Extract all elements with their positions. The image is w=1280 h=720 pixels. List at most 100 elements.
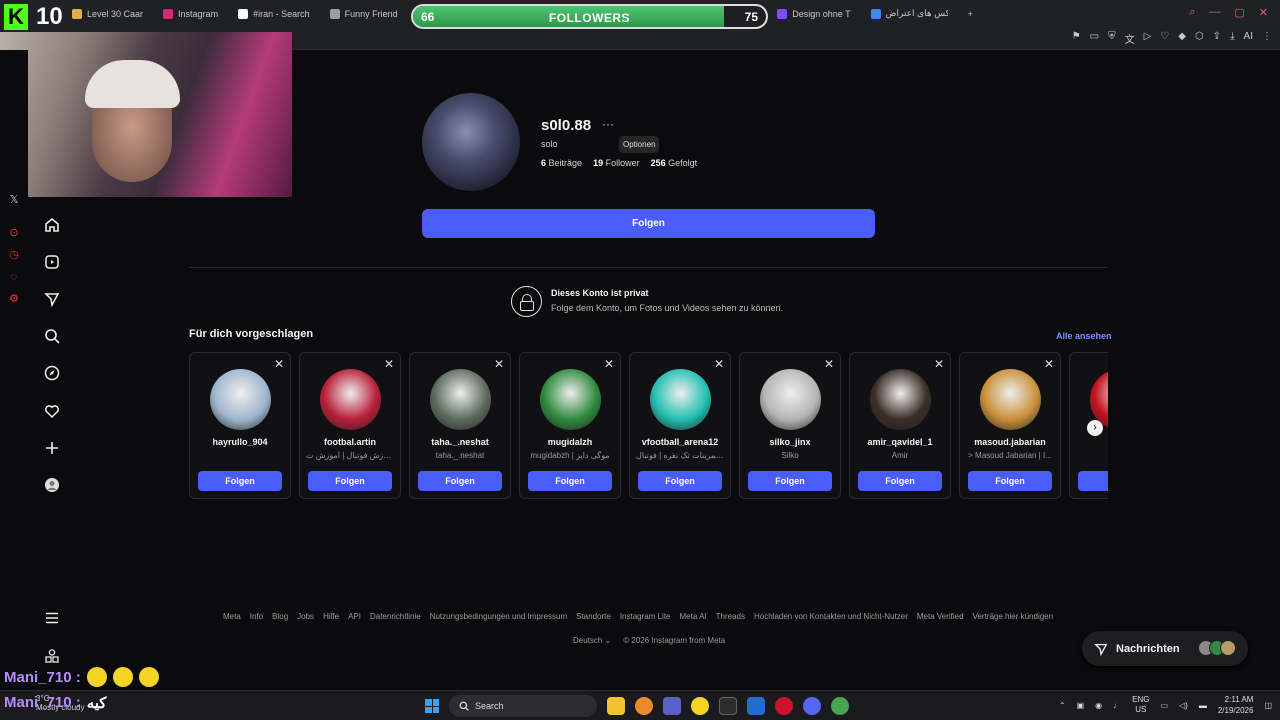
footer-link[interactable]: Meta AI [680,612,707,621]
suggestion-username[interactable]: amir_qavidel_1 [850,437,950,447]
teams-icon[interactable] [663,697,681,715]
windows-start-icon[interactable] [425,699,439,713]
dismiss-icon[interactable]: ✕ [384,357,394,371]
suggestion-follow-button[interactable]: Folgen [968,471,1052,491]
shield-icon[interactable]: ⛨ [1108,31,1116,46]
tray-chevron-icon[interactable]: ⌃ [1059,701,1066,710]
suggestion-username[interactable]: footbal.artin [300,437,400,447]
mail-icon[interactable] [747,697,765,715]
dismiss-icon[interactable]: ✕ [604,357,614,371]
menu-icon[interactable]: ⋮ [1262,31,1272,46]
footer-link[interactable]: Hilfe [323,612,339,621]
footer-link[interactable]: Threads [716,612,745,621]
notifications-icon[interactable]: ◫ [1264,701,1272,710]
volume-icon[interactable]: ◁) [1179,701,1188,710]
search-tabs-icon[interactable]: ⌕ [1189,6,1195,19]
heart-icon[interactable]: ♡ [1160,31,1169,46]
microphone-icon[interactable]: ♩ [1113,701,1121,710]
suggestion-follow-button[interactable]: Folgen [528,471,612,491]
browser-tab[interactable]: عکس های اعتراض [861,0,958,27]
screenshot-icon[interactable]: ▭ [1090,31,1099,46]
suggestion-username[interactable]: hayrullo_904 [190,437,290,447]
create-plus-icon[interactable] [42,438,62,458]
suggestion-avatar[interactable] [430,369,491,430]
translate-icon[interactable]: 文 [1125,31,1135,46]
following-stat[interactable]: 256 Gefolgt [651,158,698,168]
puzzle-icon[interactable]: ⬡ [1195,31,1204,46]
dismiss-icon[interactable]: ✕ [714,357,724,371]
language-select[interactable]: Deutsch ⌄ [573,636,611,645]
suggestion-follow-button[interactable]: F [1078,471,1108,491]
extension-icon[interactable]: ◆ [1178,31,1186,46]
x-icon[interactable]: 𝕏 [8,194,20,206]
suggestion-avatar[interactable] [870,369,931,430]
see-all-link[interactable]: Alle ansehen [1056,331,1112,341]
suggestion-avatar[interactable] [540,369,601,430]
suggestion-avatar[interactable] [980,369,1041,430]
explore-icon[interactable] [42,363,62,383]
suggestion-avatar[interactable] [760,369,821,430]
network-icon[interactable]: ▭ [1160,701,1168,710]
discord-icon[interactable] [803,697,821,715]
followers-stat[interactable]: 19 Follower [593,158,640,168]
ai-button[interactable]: AI [1244,31,1253,46]
footer-link[interactable]: Jobs [297,612,314,621]
minimize-icon[interactable]: — [1209,6,1220,19]
file-explorer-icon[interactable] [607,697,625,715]
dismiss-icon[interactable]: ✕ [824,357,834,371]
footer-link[interactable]: Meta Verified [917,612,964,621]
suggestion-username[interactable]: g [1070,437,1108,447]
options-button[interactable]: ··· [602,117,614,131]
notifications-heart-icon[interactable] [42,401,62,421]
suggestion-username[interactable]: masoud.jabarian [960,437,1060,447]
history-icon[interactable]: ◷ [8,249,20,261]
close-window-icon[interactable]: ✕ [1259,6,1268,19]
footer-link[interactable]: Instagram Lite [620,612,671,621]
more-menu-icon[interactable] [42,608,62,628]
footer-link[interactable]: Meta [223,612,241,621]
play-icon[interactable]: ▷ [1144,31,1152,46]
new-tab-button[interactable]: + [958,0,983,27]
suggestion-follow-button[interactable]: Folgen [638,471,722,491]
browser-tab[interactable]: Design ohne T [767,0,860,27]
footer-link[interactable]: Info [250,612,263,621]
footer-link[interactable]: Datenrichtlinie [370,612,421,621]
language-indicator[interactable]: ENG US [1132,695,1149,715]
browser-tab[interactable]: Level 30 Caar [62,0,153,27]
suggestion-follow-button[interactable]: Folgen [198,471,282,491]
clock[interactable]: 2:11 AM 2/19/2026 [1218,694,1254,716]
suggestion-follow-button[interactable]: Folgen [748,471,832,491]
suggestion-avatar[interactable] [650,369,711,430]
record-icon[interactable]: ⊙ [8,227,20,239]
suggestion-follow-button[interactable]: Folgen [418,471,502,491]
browser-tab[interactable]: Instagram [153,0,228,27]
tray-discord-icon[interactable]: ◉ [1095,701,1102,710]
messages-button[interactable]: Nachrichten [1082,631,1248,666]
dismiss-icon[interactable]: ✕ [1044,357,1054,371]
chat-bubble-icon[interactable]: ◌ [8,271,20,283]
reels-icon[interactable] [42,252,62,272]
messages-nav-icon[interactable] [42,289,62,309]
store-icon[interactable] [719,697,737,715]
suggestion-follow-button[interactable]: Folgen [308,471,392,491]
dismiss-icon[interactable]: ✕ [494,357,504,371]
battery-icon[interactable]: ▬ [1199,701,1207,710]
home-icon[interactable] [42,215,62,235]
search-icon[interactable] [42,326,62,346]
app-icon[interactable] [635,697,653,715]
footer-link[interactable]: API [348,612,361,621]
share-icon[interactable]: ⇪ [1213,31,1221,46]
footer-link[interactable]: Hochladen von Kontakten und Nicht-Nutzer [754,612,908,621]
footer-link[interactable]: Blog [272,612,288,621]
browser-tab[interactable]: #iran - Search [228,0,320,27]
footer-link[interactable]: Standorte [576,612,611,621]
suggestion-username[interactable]: mugidalzh [520,437,620,447]
meta-apps-icon[interactable] [42,646,62,666]
profile-avatar-icon[interactable] [42,475,62,495]
dismiss-icon[interactable]: ✕ [934,357,944,371]
footer-link[interactable]: Nutzungsbedingungen und Impressum [430,612,567,621]
profile-avatar[interactable] [422,93,520,191]
suggestion-follow-button[interactable]: Folgen [858,471,942,491]
settings-icon[interactable]: ⚙ [8,293,20,305]
maximize-icon[interactable]: ▢ [1234,6,1244,19]
